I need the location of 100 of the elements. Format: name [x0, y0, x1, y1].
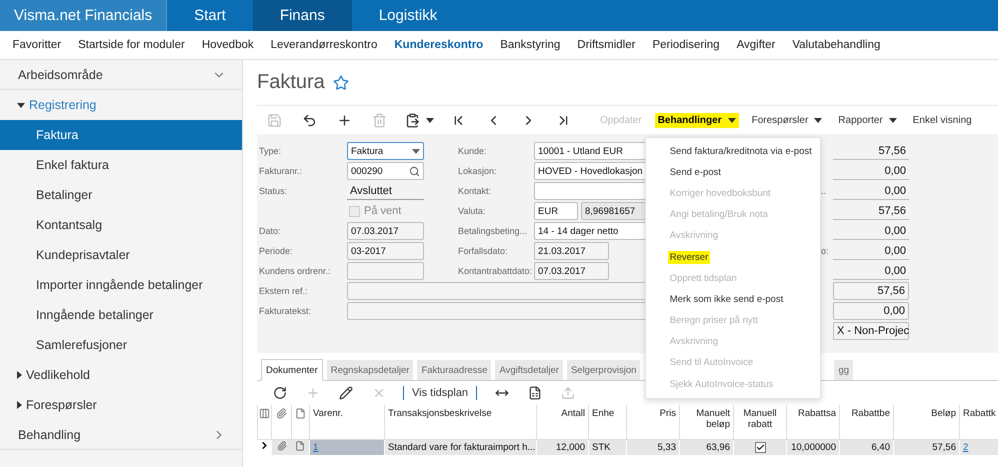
sidebar-item[interactable]: Kundeprisavtaler — [0, 240, 242, 270]
menu-item[interactable]: Favoritter — [4, 39, 70, 51]
top-tab[interactable]: Logistikk — [352, 0, 464, 31]
file-icon[interactable] — [295, 440, 306, 451]
currency-field[interactable]: EUR — [534, 202, 578, 220]
menu-item[interactable]: Driftsmidler — [568, 39, 644, 51]
checkbox[interactable] — [754, 442, 766, 453]
app-brand[interactable]: Visma.net Financials — [0, 0, 168, 31]
text-field[interactable]: 03-2017 — [347, 242, 424, 260]
file-icon — [295, 408, 306, 419]
column-header[interactable]: Rabattbe — [840, 405, 894, 439]
field-label: Kontakt: — [457, 185, 492, 198]
sidebar-item[interactable]: Inngående betalinger — [0, 300, 242, 330]
field-label: Lokasjon: — [457, 165, 498, 178]
menu-option[interactable]: Merk som ikke send e-post — [646, 288, 820, 310]
tab[interactable]: Fakturaadresse — [417, 360, 492, 380]
menu-option[interactable]: Send faktura/kreditnota via e-post — [646, 140, 820, 162]
group-label: Forespørsler — [26, 398, 97, 412]
table-cell: 57,56 — [894, 439, 960, 455]
select-field[interactable]: Faktura — [347, 142, 424, 160]
menu-option-label: Sjekk AutoInvoice-status — [670, 378, 774, 390]
total-field[interactable]: X - Non-Projec — [833, 322, 909, 340]
sidebar-group[interactable]: Forespørsler — [0, 390, 242, 420]
field-label: Kundens ordrenr.: — [258, 265, 332, 278]
field-label: Ekstern ref.: — [258, 285, 309, 298]
sidebar-item[interactable]: Kontantsalg — [0, 210, 242, 240]
sidebar-section[interactable]: Arbeidsområde — [0, 60, 242, 90]
column-header[interactable]: Beløp — [894, 405, 960, 439]
text-field[interactable]: 21.03.2017 — [534, 242, 609, 260]
clipboard-icon — [404, 112, 420, 128]
action-button[interactable]: Forespørsler — [748, 112, 826, 128]
tab[interactable]: gg — [834, 360, 854, 380]
refresh-icon — [272, 386, 286, 400]
action-button[interactable]: Enkel visning — [910, 112, 975, 128]
sidebar-item[interactable]: Samlerefusjoner — [0, 330, 242, 360]
menu-option[interactable]: Reverser — [646, 246, 820, 268]
menu-item[interactable]: Bankstyring — [492, 39, 569, 51]
caret-right-icon — [17, 401, 22, 409]
schedule-link[interactable]: Vis tidsplan — [412, 387, 468, 399]
field-label: Fakturatekst: — [258, 305, 312, 318]
checkbox[interactable] — [349, 206, 360, 216]
table-link[interactable]: 2 — [963, 442, 968, 453]
paperclip-icon[interactable] — [276, 440, 286, 451]
action-button[interactable]: Behandlinger — [654, 112, 739, 128]
menu-item[interactable]: Periodisering — [644, 39, 728, 51]
tab[interactable]: Dokumenter — [261, 359, 323, 381]
search-icon — [409, 166, 420, 176]
total-value: 0,00 — [833, 182, 909, 200]
tab[interactable]: Regnskapsdetaljer — [326, 360, 414, 380]
menu-item[interactable]: Kundereskontro — [386, 39, 492, 51]
tab[interactable]: Avgiftsdetaljer — [495, 360, 563, 380]
sidebar-item[interactable]: Importer inngående betalinger — [0, 270, 242, 300]
menu-item[interactable]: Avgifter — [728, 39, 784, 51]
column-header[interactable]: Antall — [536, 405, 588, 439]
total-field[interactable]: 57,56 — [833, 282, 909, 300]
total-field[interactable]: 0,00 — [833, 302, 909, 320]
sidebar-section[interactable]: Behandling — [0, 420, 242, 450]
column-header[interactable]: Enhe — [588, 405, 626, 439]
sidebar-item[interactable]: Enkel faktura — [0, 150, 242, 180]
table-cell: 10,000000 — [786, 439, 840, 455]
menu-item[interactable]: Valutabehandling — [784, 39, 889, 51]
sidebar-item[interactable]: Faktura — [0, 120, 242, 150]
action-button[interactable]: Rapporter — [835, 112, 900, 128]
menu-option-label: Korriger hovedboksbunt — [670, 188, 771, 199]
star-icon[interactable] — [332, 74, 349, 90]
field-label: Dato: — [258, 225, 282, 238]
column-header[interactable]: Transaksjonsbeskrivelse — [384, 405, 536, 439]
text-field[interactable]: 07.03.2017 — [347, 222, 424, 240]
section-label: Arbeidsområde — [18, 68, 103, 82]
menu-item[interactable]: Hovedbok — [193, 39, 262, 51]
top-tab[interactable]: Finans — [252, 0, 352, 31]
menu-option-label: Angi betaling/Bruk nota — [670, 209, 768, 220]
field-label: Status: — [258, 185, 288, 198]
pencil-icon — [338, 386, 352, 400]
column-header[interactable]: Manuelt beløp — [680, 405, 734, 439]
column-header[interactable]: Varenr. — [310, 405, 384, 439]
paperclip-icon — [276, 408, 287, 419]
sidebar-group[interactable]: Registrering — [0, 90, 242, 120]
group-label: Registrering — [29, 98, 96, 112]
menu-option-label: Beregn priser på nytt — [670, 315, 758, 326]
sidebar-group[interactable]: Vedlikehold — [0, 360, 242, 390]
total-value: 57,56 — [833, 202, 909, 220]
column-header[interactable]: Pris — [626, 405, 680, 439]
column-header[interactable]: Rabattk — [960, 405, 998, 439]
menu-option[interactable]: Send e-post — [646, 162, 820, 183]
table-cell: 63,96 — [680, 439, 734, 455]
page-title: Faktura — [257, 71, 325, 94]
tab[interactable]: Selgerprovisjon — [566, 360, 640, 380]
menu-item[interactable]: Startside for moduler — [70, 39, 194, 51]
column-header[interactable]: Rabattsa — [786, 405, 840, 439]
total-value: 0,00 — [833, 242, 909, 260]
sidebar-item[interactable]: Betalinger — [0, 180, 242, 210]
total-value: 0,00 — [833, 262, 909, 280]
text-field[interactable] — [347, 262, 424, 280]
top-tab[interactable]: Start — [167, 0, 253, 31]
text-field[interactable]: 07.03.2017 — [534, 262, 609, 280]
search-field[interactable]: 000290 — [347, 162, 424, 180]
menu-item[interactable]: Leverandørreskontro — [262, 39, 386, 51]
column-header[interactable]: Manuell rabatt — [734, 405, 786, 439]
columns-icon[interactable] — [259, 408, 270, 419]
